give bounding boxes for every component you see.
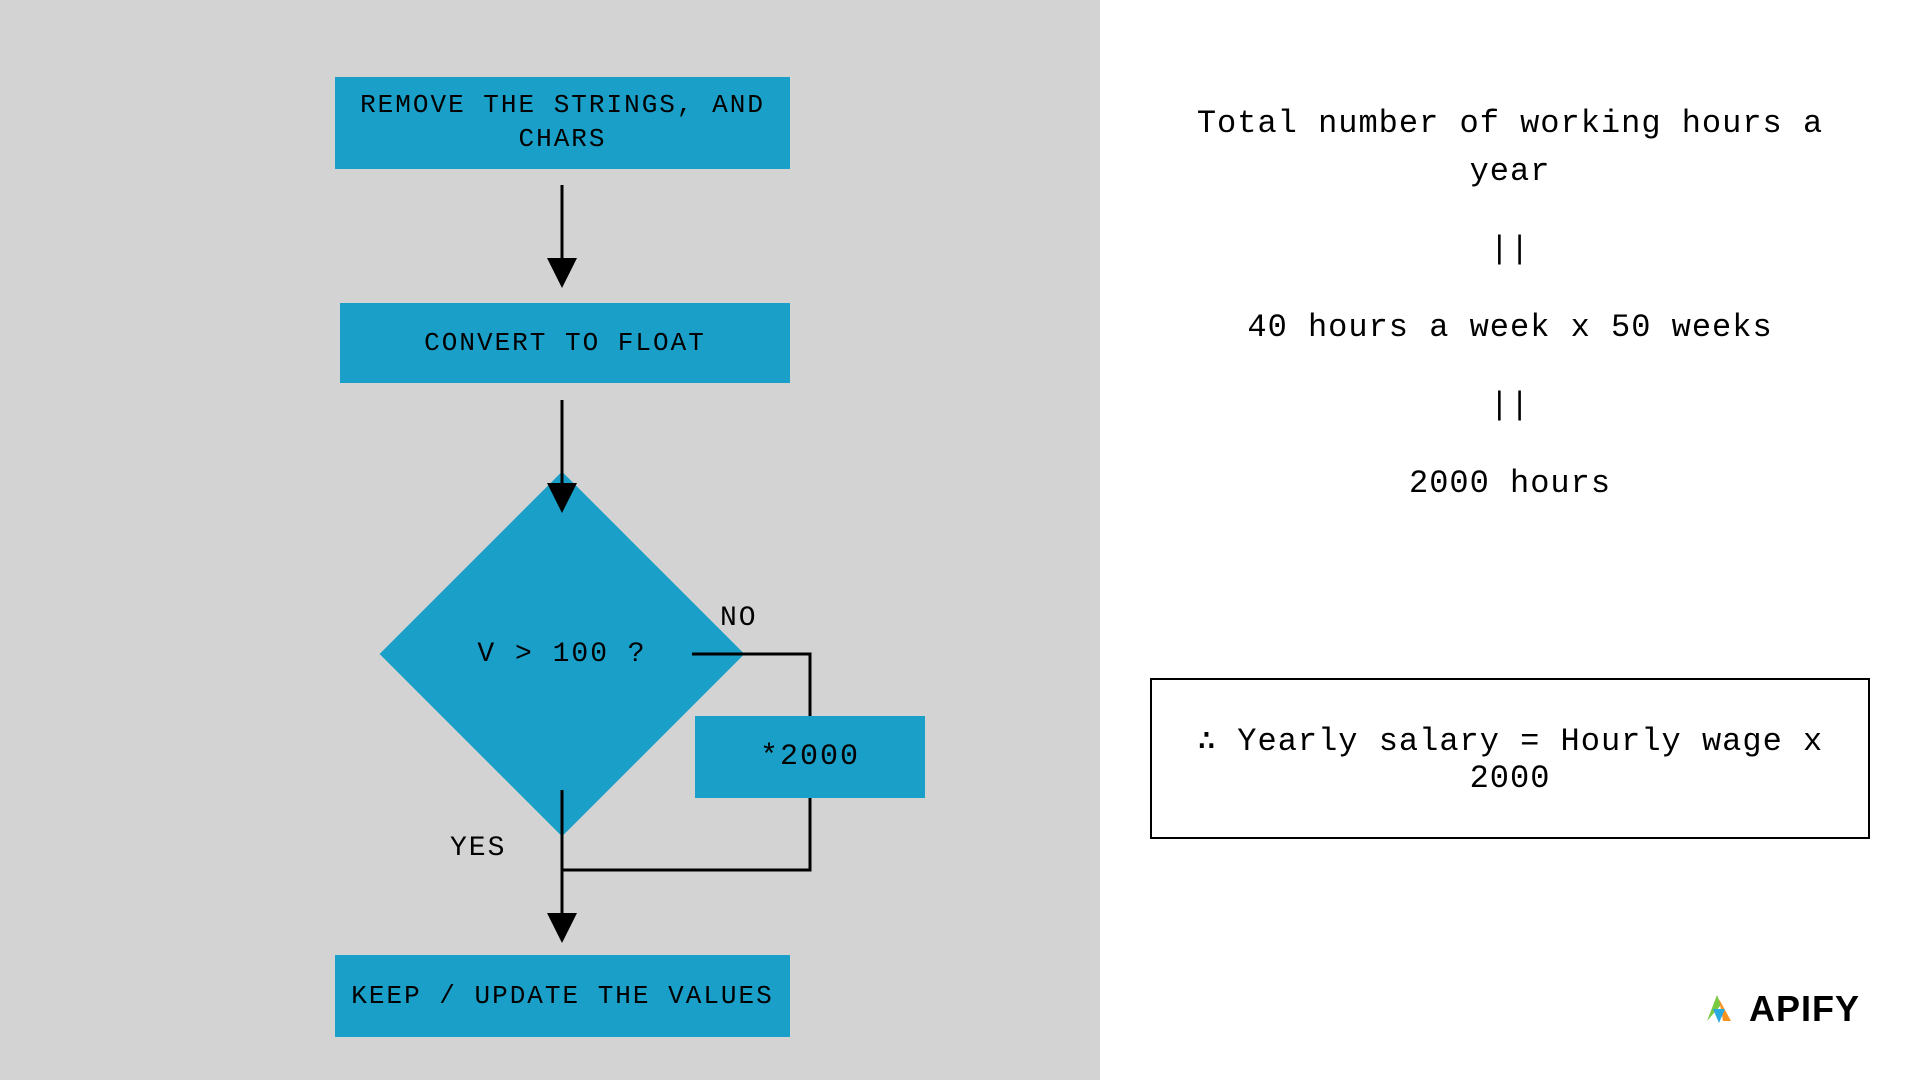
explanation-line: 40 hours a week x 50 weeks bbox=[1150, 304, 1870, 352]
explanation-line: Total number of working hours a year bbox=[1150, 100, 1870, 196]
explanation-line: 2000 hours bbox=[1150, 460, 1870, 508]
flow-step-label: *2000 bbox=[760, 740, 860, 774]
formula-text: ∴ Yearly salary = Hourly wage x 2000 bbox=[1197, 723, 1823, 797]
separator: || bbox=[1150, 382, 1870, 430]
branch-label-yes: YES bbox=[450, 833, 506, 864]
flow-step-multiply: *2000 bbox=[695, 716, 925, 798]
apify-logo-icon bbox=[1699, 989, 1739, 1029]
formula-box: ∴ Yearly salary = Hourly wage x 2000 bbox=[1150, 678, 1870, 839]
explanation-text: Total number of working hours a year || … bbox=[1150, 100, 1870, 508]
flow-step-keep-values: KEEP / UPDATE THE VALUES bbox=[335, 955, 790, 1037]
separator: || bbox=[1150, 226, 1870, 274]
flow-step-label: KEEP / UPDATE THE VALUES bbox=[351, 981, 773, 1011]
flow-step-label: REMOVE THE STRINGS, AND CHARS bbox=[335, 89, 790, 157]
apify-logo-text: APIFY bbox=[1749, 988, 1860, 1030]
branch-label-no: NO bbox=[720, 603, 758, 634]
flow-decision: V > 100 ? bbox=[433, 525, 691, 783]
flowchart-panel: REMOVE THE STRINGS, AND CHARS CONVERT TO… bbox=[0, 0, 1100, 1080]
flow-step-convert-float: CONVERT TO FLOAT bbox=[340, 303, 790, 383]
apify-logo: APIFY bbox=[1699, 988, 1860, 1030]
flow-decision-label: V > 100 ? bbox=[433, 525, 691, 783]
flow-step-label: CONVERT TO FLOAT bbox=[424, 328, 706, 358]
flow-step-remove-strings: REMOVE THE STRINGS, AND CHARS bbox=[335, 77, 790, 169]
explanation-panel: Total number of working hours a year || … bbox=[1100, 0, 1920, 1080]
